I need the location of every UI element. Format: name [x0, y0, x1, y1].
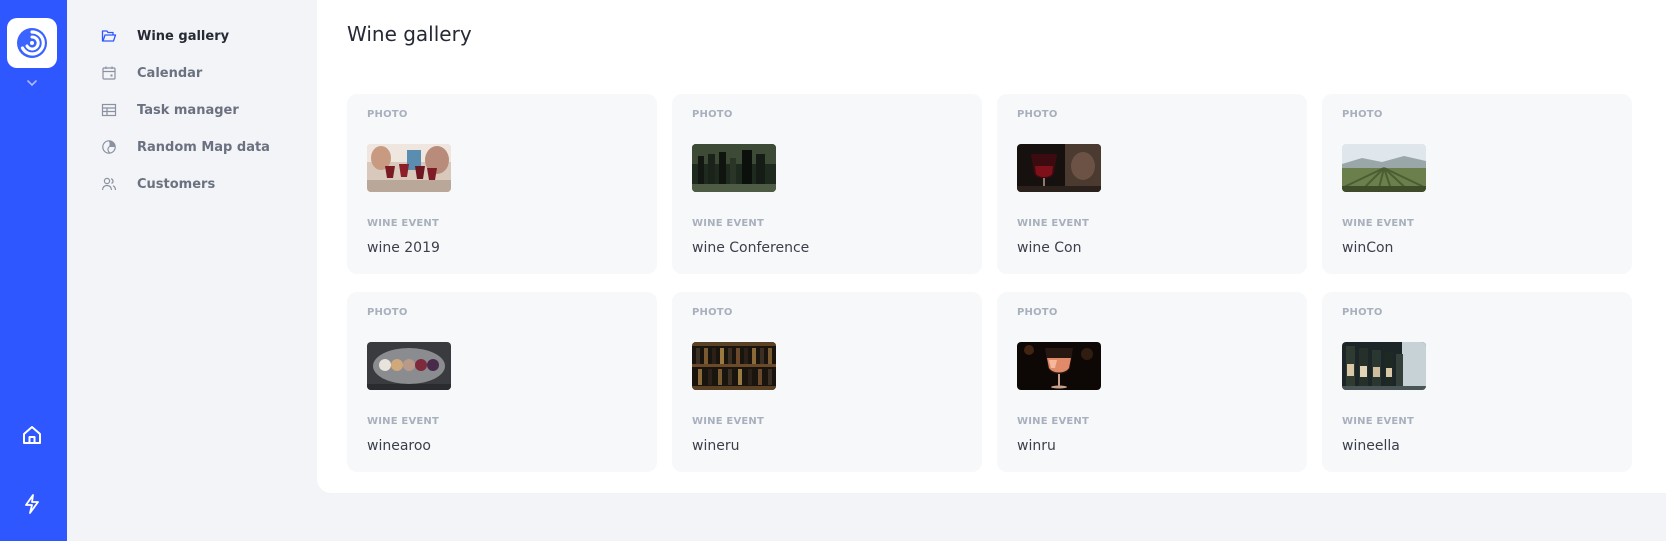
gallery-card[interactable]: PHOTO WINE EVENT wine Con — [997, 94, 1307, 274]
sidebar-item-task-manager[interactable]: Task manager — [101, 98, 239, 122]
gallery-card[interactable]: PHOTO WINE EVENT wineella — [1322, 292, 1632, 472]
card-subcategory: WINE EVENT — [1342, 416, 1415, 427]
table-icon — [101, 102, 117, 118]
gallery-card[interactable]: PHOTO WINE EVENT wine Conference — [672, 94, 982, 274]
wine-cellar-shelves-photo — [692, 342, 776, 390]
card-category: PHOTO — [1342, 307, 1383, 318]
card-title: wine Conference — [692, 240, 810, 256]
card-title: wineru — [692, 438, 740, 454]
card-title: wineella — [1342, 438, 1400, 454]
bolt-icon[interactable] — [22, 493, 42, 515]
sidebar-item-label: Customers — [137, 176, 216, 192]
home-icon[interactable] — [21, 424, 43, 446]
card-category: PHOTO — [692, 109, 733, 120]
wine-tasting-glasses-photo — [367, 342, 451, 390]
vineyard-landscape-photo — [1342, 144, 1426, 192]
card-subcategory: WINE EVENT — [1342, 218, 1415, 229]
gallery-card[interactable]: PHOTO WINE EVENT wine 2019 — [347, 94, 657, 274]
sidebar-item-label: Wine gallery — [137, 28, 230, 44]
sidebar-nav: Wine gallery Calendar Task manager Rando… — [67, 0, 317, 541]
card-subcategory: WINE EVENT — [367, 218, 440, 229]
card-subcategory: WINE EVENT — [692, 416, 765, 427]
users-icon — [101, 176, 117, 192]
card-category: PHOTO — [1342, 109, 1383, 120]
wine-bottles-row-photo — [692, 144, 776, 192]
card-category: PHOTO — [1017, 307, 1058, 318]
card-title: winCon — [1342, 240, 1394, 256]
sidebar-item-wine-gallery[interactable]: Wine gallery — [101, 24, 229, 48]
wine-bottles-shelf-photo — [1342, 342, 1426, 390]
card-subcategory: WINE EVENT — [692, 218, 765, 229]
red-wine-glass-photo — [1017, 144, 1101, 192]
people-toasting-wine-photo — [367, 144, 451, 192]
app-rail — [0, 0, 67, 541]
calendar-icon — [101, 65, 117, 81]
sidebar-item-label: Calendar — [137, 65, 203, 81]
gallery-card[interactable]: PHOTO WINE EVENT winCon — [1322, 94, 1632, 274]
card-title: wine 2019 — [367, 240, 440, 256]
sidebar-item-random-map-data[interactable]: Random Map data — [101, 135, 270, 159]
card-subcategory: WINE EVENT — [1017, 218, 1090, 229]
app-logo-icon[interactable] — [7, 18, 57, 68]
card-title: wine Con — [1017, 240, 1082, 256]
card-category: PHOTO — [1017, 109, 1058, 120]
gallery-card[interactable]: PHOTO WINE EVENT winearoo — [347, 292, 657, 472]
main-panel: Wine gallery PHOTO WINE EVENT wine 2019 … — [317, 0, 1666, 493]
card-subcategory: WINE EVENT — [367, 416, 440, 427]
folder-open-icon — [101, 28, 117, 44]
globe-icon — [101, 139, 117, 155]
sidebar-item-label: Random Map data — [137, 139, 270, 155]
rose-wine-glass-photo — [1017, 342, 1101, 390]
sidebar-item-label: Task manager — [137, 102, 239, 118]
card-category: PHOTO — [367, 109, 408, 120]
gallery-card[interactable]: PHOTO WINE EVENT winru — [997, 292, 1307, 472]
card-title: winru — [1017, 438, 1056, 454]
gallery-card[interactable]: PHOTO WINE EVENT wineru — [672, 292, 982, 472]
card-category: PHOTO — [367, 307, 408, 318]
page-title: Wine gallery — [347, 22, 472, 46]
chevron-down-icon[interactable] — [25, 73, 39, 87]
card-category: PHOTO — [692, 307, 733, 318]
card-title: winearoo — [367, 438, 431, 454]
gallery-grid: PHOTO WINE EVENT wine 2019 PHOTO WINE EV… — [347, 94, 1653, 472]
card-subcategory: WINE EVENT — [1017, 416, 1090, 427]
sidebar-item-calendar[interactable]: Calendar — [101, 61, 202, 85]
sidebar-item-customers[interactable]: Customers — [101, 172, 215, 196]
